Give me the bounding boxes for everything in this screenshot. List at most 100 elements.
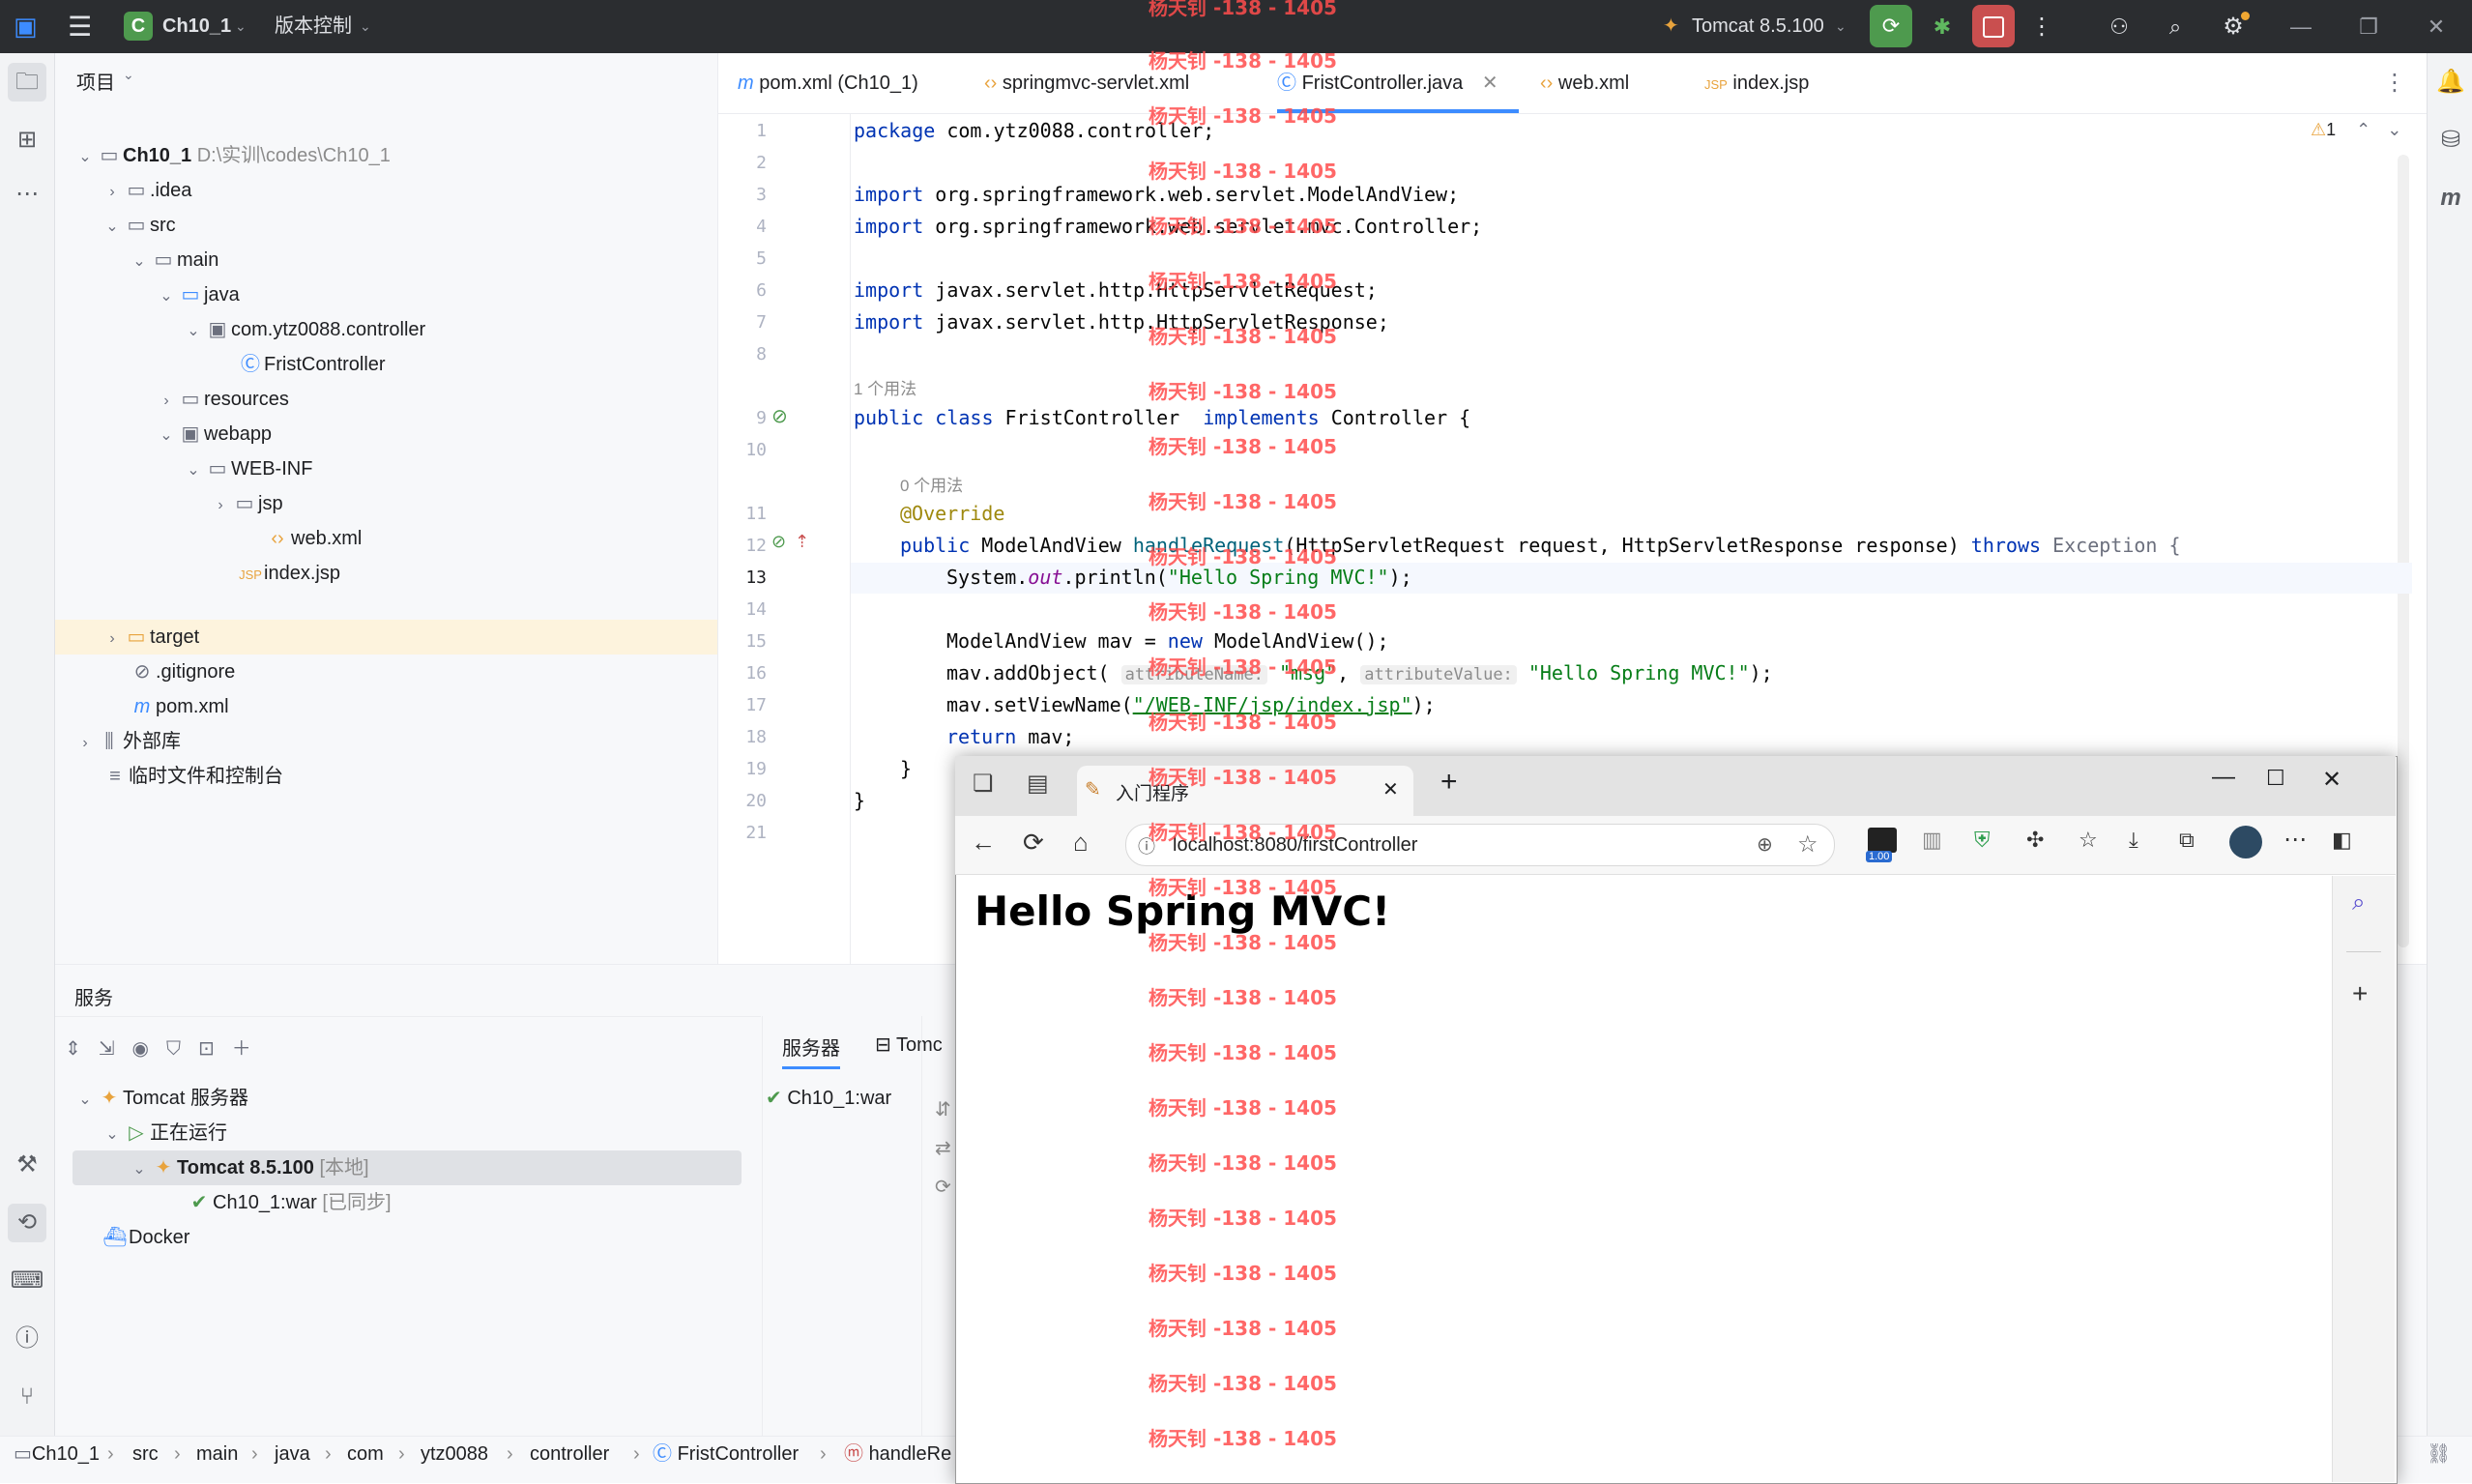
breadcrumb-item[interactable]: ytz0088 bbox=[421, 1437, 488, 1471]
usage-hint[interactable]: 0 个用法 bbox=[900, 472, 963, 496]
tab-server[interactable]: 服务器 bbox=[782, 1033, 840, 1069]
breadcrumb-item[interactable]: src bbox=[132, 1437, 159, 1471]
back-icon[interactable]: ← bbox=[971, 828, 996, 858]
terminal-icon[interactable]: ⌨ bbox=[8, 1262, 46, 1300]
service-tomcat-instance[interactable]: ⌄ ✦ Tomcat 8.5.100 [本地] bbox=[73, 1150, 742, 1185]
inspection-widget[interactable]: ⚠1 ⌃ ⌄ bbox=[2311, 120, 2401, 140]
favorite-star-icon[interactable]: ☆ bbox=[1797, 830, 1818, 858]
implementation-gutter-icon[interactable]: ⊘ bbox=[771, 404, 788, 428]
override-gutter-icon[interactable]: ⇡ bbox=[795, 532, 809, 552]
tree-item-pom[interactable]: m pom.xml bbox=[129, 689, 229, 724]
spring-gutter-icon[interactable]: ⊘ bbox=[771, 532, 786, 552]
tab-web-xml[interactable]: ‹› web.xml bbox=[1540, 53, 1629, 113]
project-folder-icon[interactable]: 🗀 bbox=[8, 63, 46, 102]
expand-all-icon[interactable]: ⇕ bbox=[65, 1038, 99, 1060]
tree-item-package[interactable]: ⌄ ▣ com.ytz0088.controller bbox=[183, 312, 425, 347]
maven-icon[interactable]: m bbox=[2431, 179, 2470, 218]
filter-icon[interactable]: ⛉ bbox=[166, 1038, 198, 1060]
rerun-icon[interactable]: ⟳ bbox=[1870, 5, 1912, 47]
tree-item-class[interactable]: Ⓒ FristController bbox=[237, 347, 386, 382]
workspaces-icon[interactable]: ❏ bbox=[973, 770, 994, 798]
chevron-up-icon[interactable]: ⌃ bbox=[2356, 120, 2370, 139]
tree-item-target[interactable]: › ▭ target bbox=[55, 620, 717, 655]
build-hammer-icon[interactable]: ⚒ bbox=[8, 1146, 46, 1184]
restore-window-icon[interactable]: ❐ bbox=[2340, 0, 2398, 53]
tab-actions-icon[interactable]: ⋮ bbox=[2383, 53, 2406, 113]
notifications-bell-icon[interactable]: 🔔 bbox=[2431, 63, 2470, 102]
main-menu-icon[interactable]: ☰ bbox=[68, 0, 92, 53]
tree-item-idea[interactable]: › ▭ .idea bbox=[102, 173, 191, 208]
shield-icon[interactable]: ⛨ bbox=[1974, 828, 1991, 853]
more-menu-icon[interactable]: ⋯ bbox=[2283, 826, 2307, 854]
tree-item-index-jsp[interactable]: JSP index.jsp bbox=[237, 556, 340, 591]
more-tools-icon[interactable]: ⋯ bbox=[8, 175, 46, 214]
tab-tomcat-log[interactable]: ⊟ Tomc bbox=[875, 1033, 943, 1057]
minimize-window-icon[interactable]: — bbox=[2212, 764, 2235, 791]
close-tab-icon[interactable]: ✕ bbox=[1482, 73, 1498, 94]
deploy-icon[interactable]: ⇵ bbox=[935, 1091, 951, 1129]
breadcrumb-item[interactable]: controller bbox=[530, 1437, 609, 1471]
avatar[interactable] bbox=[2229, 826, 2262, 858]
project-panel-title[interactable]: 项目 bbox=[76, 67, 115, 95]
tree-item-main[interactable]: ⌄ ▭ main bbox=[129, 243, 218, 277]
reload-icon[interactable]: ⟳ bbox=[1023, 828, 1044, 858]
services-icon[interactable]: ⟲ bbox=[8, 1204, 46, 1242]
new-tab-icon[interactable]: + bbox=[1440, 766, 1458, 799]
tree-item-scratches[interactable]: ≡ 临时文件和控制台 bbox=[102, 759, 283, 794]
project-switcher[interactable]: Ch10_1 bbox=[162, 0, 231, 53]
breadcrumb-item[interactable]: ▭Ch10_1 bbox=[14, 1437, 100, 1471]
add-service-icon[interactable]: ＋ bbox=[232, 1038, 269, 1060]
breadcrumb-item[interactable]: Ⓒ FristController bbox=[653, 1437, 799, 1471]
settings-gear-icon[interactable]: ⚙ bbox=[2216, 0, 2251, 53]
downloads-icon[interactable]: ⤓ bbox=[2129, 828, 2138, 853]
tab-pom-xml[interactable]: m pom.xml (Ch10_1) bbox=[738, 53, 918, 113]
reader-icon[interactable]: ▥ bbox=[1922, 828, 1942, 853]
more-actions-icon[interactable]: ⋮ bbox=[2030, 0, 2053, 53]
collapse-all-icon[interactable]: ⇲ bbox=[99, 1038, 132, 1060]
lock-icon[interactable]: ⛓ bbox=[2427, 1437, 2451, 1471]
extension-icon[interactable] bbox=[1868, 828, 1897, 853]
close-tab-icon[interactable]: ✕ bbox=[1382, 777, 1399, 801]
add-user-icon[interactable]: ⚇ bbox=[2102, 0, 2137, 53]
service-tomcat-server[interactable]: ⌄ ✦ Tomcat 服务器 bbox=[74, 1081, 248, 1116]
close-window-icon[interactable]: ✕ bbox=[2407, 0, 2465, 53]
tree-item-jsp[interactable]: › ▭ jsp bbox=[210, 486, 282, 521]
tree-item-webapp[interactable]: ⌄ ▣ webapp bbox=[156, 417, 272, 451]
service-running-group[interactable]: ⌄ ▷ 正在运行 bbox=[102, 1116, 227, 1150]
breadcrumb-item[interactable]: ⓜ handleRe bbox=[844, 1437, 951, 1471]
tree-item-java[interactable]: ⌄ ▭ java bbox=[156, 277, 239, 312]
editor-scrollbar[interactable] bbox=[2398, 155, 2409, 947]
tree-item-root[interactable]: ⌄ ▭ Ch10_1 D:\实训\codes\Ch10_1 bbox=[74, 138, 391, 173]
view-options-icon[interactable]: ◉ bbox=[132, 1038, 166, 1060]
structure-icon[interactable]: ⊞ bbox=[8, 121, 46, 160]
favorites-icon[interactable]: ☆ bbox=[2079, 828, 2098, 853]
run-config-selector[interactable]: Tomcat 8.5.100 bbox=[1692, 0, 1824, 53]
tree-item-gitignore[interactable]: ⊘ .gitignore bbox=[129, 655, 236, 689]
tree-item-external-libs[interactable]: › ⫼ 外部库 bbox=[74, 724, 181, 759]
database-icon[interactable]: ⛁ bbox=[2431, 121, 2470, 160]
collections-icon[interactable]: ⧉ bbox=[2179, 828, 2195, 853]
sidebar-toggle-icon[interactable]: ◧ bbox=[2332, 828, 2352, 853]
chevron-down-icon[interactable]: ⌄ bbox=[2387, 120, 2401, 139]
service-artifact[interactable]: ✔ Ch10_1:war [已同步] bbox=[186, 1185, 392, 1220]
new-tab-icon[interactable]: ⊡ bbox=[198, 1038, 232, 1060]
tree-item-src[interactable]: ⌄ ▭ src bbox=[102, 208, 175, 243]
breadcrumb-item[interactable]: com bbox=[347, 1437, 384, 1471]
refresh-icon[interactable]: ⟳ bbox=[935, 1168, 951, 1207]
tree-item-web-xml[interactable]: ‹› web.xml bbox=[264, 521, 362, 556]
undeploy-icon[interactable]: ⇄ bbox=[935, 1129, 951, 1168]
search-icon[interactable]: ⌕ bbox=[2158, 0, 2193, 53]
vcs-menu[interactable]: 版本控制 bbox=[275, 0, 352, 53]
extensions-puzzle-icon[interactable]: ✣ bbox=[2026, 828, 2044, 853]
git-branch-icon[interactable]: ⑂ bbox=[8, 1378, 46, 1416]
tree-item-resources[interactable]: › ▭ resources bbox=[156, 382, 288, 417]
zoom-icon[interactable]: ⊕ bbox=[1757, 832, 1773, 857]
debug-icon[interactable]: ✱ bbox=[1928, 0, 1957, 53]
problems-icon[interactable]: ⓘ bbox=[8, 1320, 46, 1358]
tab-actions-icon[interactable]: ▤ bbox=[1027, 770, 1049, 798]
maximize-window-icon[interactable]: ☐ bbox=[2266, 766, 2285, 791]
tree-item-web-inf[interactable]: ⌄ ▭ WEB-INF bbox=[183, 451, 312, 486]
breadcrumb-item[interactable]: java bbox=[275, 1437, 310, 1471]
service-docker[interactable]: ⛴Docker bbox=[102, 1220, 189, 1255]
usage-hint[interactable]: 1 个用法 bbox=[854, 375, 916, 399]
